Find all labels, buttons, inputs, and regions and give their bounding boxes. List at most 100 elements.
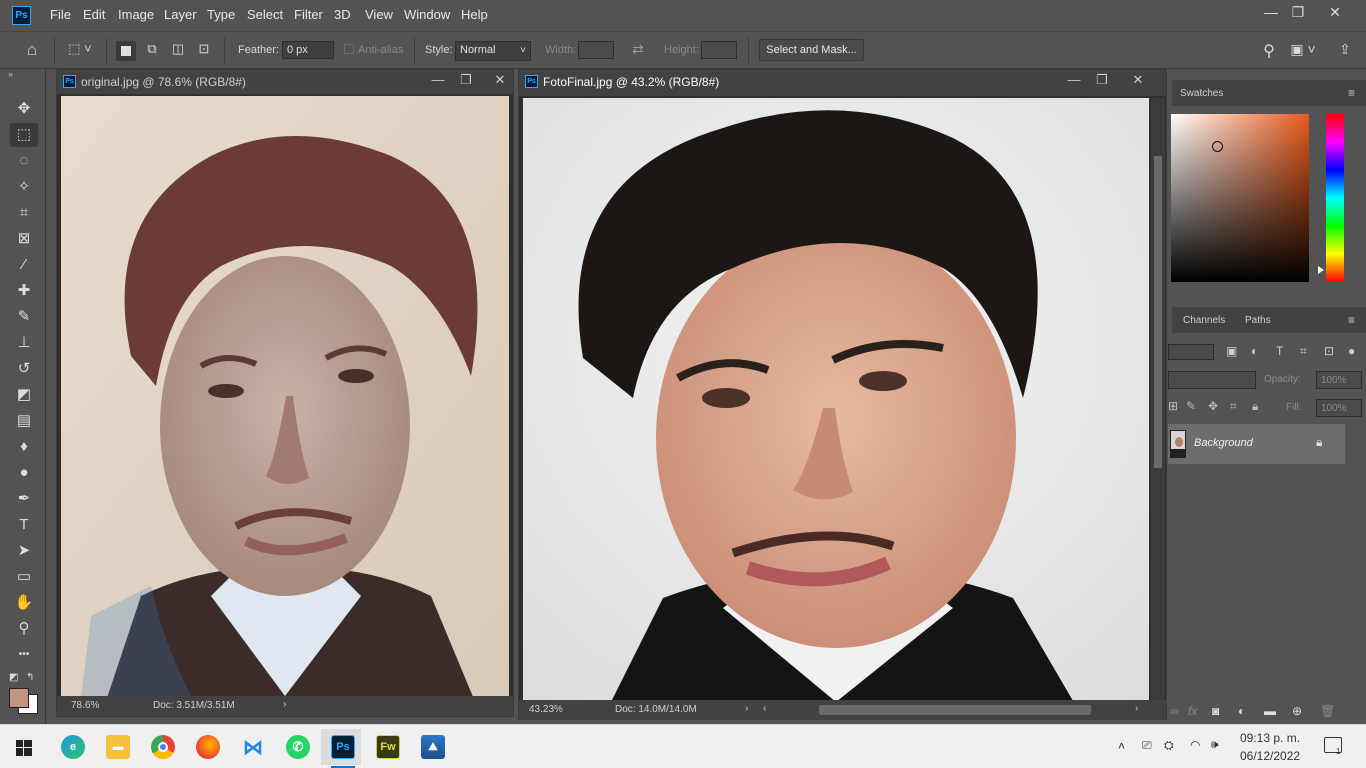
add-mask-icon[interactable]: ◙ (1212, 704, 1219, 718)
tab-channels[interactable]: Channels (1183, 315, 1225, 326)
tab-paths[interactable]: Paths (1245, 315, 1271, 326)
magic-wand-tool-icon[interactable]: ✧ (10, 175, 38, 199)
marquee-tool-icon[interactable]: ⬚ (10, 123, 38, 147)
healing-brush-tool-icon[interactable]: ✚ (10, 279, 38, 303)
color-picker-cursor[interactable] (1212, 141, 1223, 152)
firefox-icon[interactable] (196, 735, 220, 759)
document-title-bar[interactable]: Ps original.jpg @ 78.6% (RGB/8#) — ❐ ✕ (57, 70, 513, 94)
scrollbar-thumb[interactable] (1154, 156, 1162, 468)
gradient-tool-icon[interactable]: ▤ (10, 409, 38, 433)
doc-size[interactable]: Doc: 3.51M/3.51M (153, 700, 235, 711)
adjustment-filter-icon[interactable]: ◐ (1251, 344, 1258, 358)
doc-maximize-button[interactable]: ❐ (1091, 72, 1113, 88)
chevron-right-icon[interactable]: › (745, 703, 748, 714)
path-selection-tool-icon[interactable]: ➤ (10, 539, 38, 563)
trash-icon[interactable]: 🗑︎ (1320, 704, 1335, 718)
zoom-level[interactable]: 78.6% (71, 700, 99, 711)
eraser-tool-icon[interactable]: ◩ (10, 383, 38, 407)
adjustment-layer-icon[interactable]: ◐ (1238, 704, 1245, 718)
clone-stamp-tool-icon[interactable]: ⊥ (10, 331, 38, 355)
menu-layer[interactable]: Layer (164, 7, 197, 22)
image-filter-icon[interactable]: ▣ (1226, 344, 1237, 358)
fx-icon[interactable]: fx (1188, 704, 1197, 718)
lock-all-icon[interactable]: 🔒︎ (1252, 399, 1258, 414)
type-filter-icon[interactable]: T (1276, 344, 1283, 358)
vertical-scrollbar[interactable] (1151, 98, 1165, 702)
horizontal-scrollbar-thumb[interactable] (819, 705, 1091, 715)
marquee-preset-icon[interactable]: ⬚ ˅ (62, 41, 98, 61)
lasso-tool-icon[interactable]: ◌ (10, 149, 38, 173)
doc-minimize-button[interactable]: — (427, 72, 449, 87)
hand-tool-icon[interactable]: ✋ (10, 591, 38, 615)
scroll-right-icon[interactable]: › (1135, 703, 1138, 714)
menu-3d[interactable]: 3D (334, 7, 351, 22)
doc-maximize-button[interactable]: ❐ (455, 72, 477, 88)
chrome-icon[interactable] (151, 735, 175, 759)
width-input[interactable] (578, 41, 614, 59)
height-input[interactable] (701, 41, 737, 59)
file-explorer-icon[interactable]: ▬ (106, 735, 130, 759)
foreground-color-swatch[interactable] (9, 688, 29, 708)
fill-input[interactable]: 100% (1316, 399, 1362, 417)
select-and-mask-button[interactable]: Select and Mask... (759, 39, 864, 61)
clock-date[interactable]: 06/12/2022 (1240, 749, 1300, 763)
lock-pixels-icon[interactable]: ✎ (1186, 399, 1196, 413)
swap-colors-icon[interactable]: ↰ (26, 672, 34, 683)
frame-tool-icon[interactable]: ⊠ (10, 227, 38, 251)
antialias-checkbox[interactable] (344, 44, 354, 54)
clock-time[interactable]: 09:13 p. m. (1240, 731, 1300, 745)
hue-slider[interactable] (1318, 114, 1344, 282)
subtract-selection-icon[interactable]: ◫ (168, 41, 188, 61)
tray-chevron-icon[interactable]: ˄ (1118, 739, 1125, 753)
blend-mode-select[interactable] (1168, 371, 1256, 389)
dodge-tool-icon[interactable]: ● (10, 461, 38, 485)
network-settings-icon[interactable]: ⛭ (1164, 738, 1174, 753)
smart-object-filter-icon[interactable]: ⊡ (1324, 344, 1334, 358)
doc-minimize-button[interactable]: — (1063, 72, 1085, 87)
blur-tool-icon[interactable]: ♦ (10, 435, 38, 459)
link-layers-icon[interactable]: ∞ (1170, 704, 1179, 718)
scroll-left-icon[interactable]: ‹ (763, 703, 766, 714)
pen-tool-icon[interactable]: ✒ (10, 487, 38, 511)
intersect-selection-icon[interactable]: ⊡ (194, 41, 214, 61)
canvas-final[interactable] (523, 98, 1149, 702)
menu-select[interactable]: Select (247, 7, 283, 22)
doc-close-button[interactable]: ✕ (1127, 72, 1149, 88)
filter-kind-select[interactable] (1168, 344, 1214, 360)
more-tools-icon[interactable]: ••• (10, 643, 38, 667)
photos-icon[interactable]: ⛰ (421, 735, 445, 759)
opacity-input[interactable]: 100% (1316, 371, 1362, 389)
maximize-button[interactable]: ❐ (1283, 2, 1313, 22)
crop-tool-icon[interactable]: ⌗ (10, 201, 38, 225)
panel-menu-icon[interactable]: ≡ (1348, 86, 1355, 100)
move-tool-icon[interactable]: ✥ (10, 97, 38, 121)
document-title-bar[interactable]: Ps FotoFinal.jpg @ 43.2% (RGB/8#) — ❐ ✕ (519, 70, 1166, 96)
share-icon[interactable]: ⇪ (1334, 41, 1356, 61)
menu-image[interactable]: Image (118, 7, 154, 22)
brush-tool-icon[interactable]: ✎ (10, 305, 38, 329)
filter-toggle-icon[interactable]: ● (1348, 344, 1355, 358)
lock-transparency-icon[interactable]: ⊞ (1168, 399, 1178, 413)
windows-start-icon[interactable] (16, 740, 32, 756)
default-colors-icon[interactable]: ◩ (9, 672, 18, 683)
eyedropper-tool-icon[interactable]: ⁄ (10, 253, 38, 277)
chevron-right-icon[interactable]: › (283, 699, 286, 710)
tab-swatches[interactable]: Swatches (1180, 88, 1223, 99)
zoom-level[interactable]: 43.23% (529, 704, 563, 715)
menu-filter[interactable]: Filter (294, 7, 323, 22)
search-icon[interactable]: ⚲ (1258, 41, 1280, 61)
group-folder-icon[interactable]: ▬ (1264, 704, 1276, 718)
feather-input[interactable]: 0 px (282, 41, 334, 59)
new-layer-icon[interactable]: ⊕ (1292, 704, 1302, 718)
doc-close-button[interactable]: ✕ (489, 72, 511, 88)
meet-icon[interactable]: ⎚ (1142, 738, 1152, 753)
wifi-icon[interactable]: ◠ (1190, 738, 1200, 752)
photoshop-taskbar-icon[interactable]: Ps (331, 735, 355, 759)
zoom-tool-icon[interactable]: ⚲ (10, 617, 38, 641)
minimize-button[interactable]: — (1256, 2, 1286, 22)
vscode-icon[interactable]: ⋈ (241, 735, 265, 759)
type-tool-icon[interactable]: T (10, 513, 38, 537)
rectangle-tool-icon[interactable]: ▭ (10, 565, 38, 589)
collapse-icon[interactable]: » (8, 69, 13, 79)
home-icon[interactable]: ⌂ (18, 40, 46, 62)
